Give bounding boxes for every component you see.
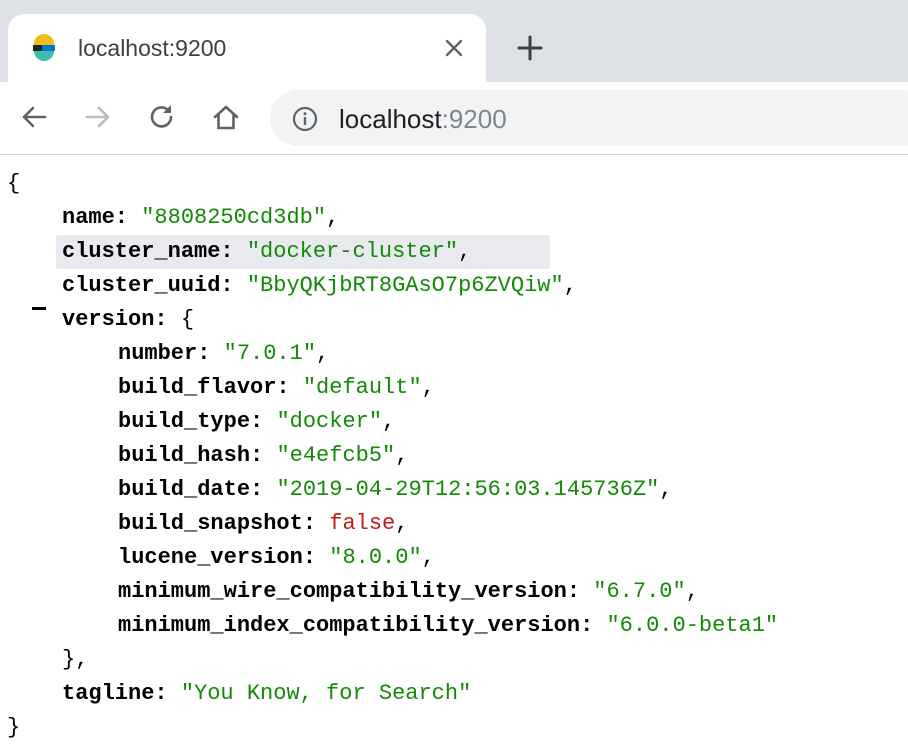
json-row-build-date: build_date: "2019-04-29T12:56:03.145736Z… [118, 477, 673, 502]
json-value: "6.0.0-beta1" [606, 613, 779, 638]
json-key: cluster_uuid: [62, 273, 234, 298]
json-row-min-wire: minimum_wire_compatibility_version: "6.7… [118, 579, 699, 604]
json-row-min-index: minimum_index_compatibility_version: "6.… [118, 609, 778, 643]
json-row-build-snapshot: build_snapshot: false, [118, 511, 409, 536]
json-version-close: }, [62, 647, 89, 672]
json-value: "You Know, for Search" [180, 681, 472, 706]
tab-strip: localhost:9200 [0, 0, 908, 82]
json-row-tagline: tagline: "You Know, for Search" [62, 677, 471, 711]
json-key: build_hash: [118, 443, 264, 468]
json-row-version: version: { [62, 307, 195, 332]
json-key: build_type: [118, 409, 264, 434]
json-value: "BbyQKjbRT8GAsO7p6ZVQiw" [246, 273, 564, 298]
plus-icon[interactable] [516, 34, 544, 62]
json-row-build-hash: build_hash: "e4efcb5", [118, 443, 409, 468]
json-key: version: [62, 307, 168, 332]
tab-title: localhost:9200 [78, 35, 227, 61]
arrow-right-icon[interactable] [83, 102, 113, 132]
json-value: "7.0.1" [223, 341, 317, 366]
json-value: "2019-04-29T12:56:03.145736Z" [276, 477, 660, 502]
address-bar[interactable]: localhost:9200 [270, 90, 908, 146]
json-viewer: { name: "8808250cd3db", cluster_name: "d… [0, 155, 908, 744]
json-row-name: name: "8808250cd3db", [62, 205, 340, 230]
json-value: "docker-cluster" [246, 239, 459, 264]
browser-toolbar: localhost:9200 [0, 82, 908, 155]
reload-icon[interactable] [147, 102, 177, 132]
json-key: build_flavor: [118, 375, 290, 400]
json-key: minimum_index_compatibility_version: [118, 613, 594, 638]
json-key: name: [62, 205, 129, 230]
info-icon[interactable] [292, 106, 318, 132]
json-row-build-flavor: build_flavor: "default", [118, 375, 435, 400]
elastic-logo-icon [33, 34, 55, 61]
url-text[interactable]: localhost:9200 [339, 103, 507, 135]
json-key: number: [118, 341, 211, 366]
json-value: "docker" [276, 409, 383, 434]
json-key: cluster_name: [62, 239, 234, 264]
collapse-toggle[interactable] [32, 307, 46, 310]
json-value: "8808250cd3db" [141, 205, 327, 230]
json-key: build_snapshot: [118, 511, 317, 536]
json-row-number: number: "7.0.1", [118, 341, 330, 366]
json-key: lucene_version: [118, 545, 317, 570]
json-row-cluster-name: cluster_name: "docker-cluster", [62, 239, 472, 264]
close-icon[interactable] [442, 36, 466, 60]
json-row-cluster-uuid: cluster_uuid: "BbyQKjbRT8GAsO7p6ZVQiw", [62, 273, 577, 298]
json-value: "8.0.0" [329, 545, 422, 570]
arrow-left-icon[interactable] [19, 102, 49, 132]
browser-tab[interactable]: localhost:9200 [8, 14, 486, 82]
json-value: "6.7.0" [593, 579, 686, 604]
json-open-brace: { [7, 171, 21, 196]
json-key: minimum_wire_compatibility_version: [118, 579, 581, 604]
json-key: tagline: [62, 681, 168, 706]
json-value: "e4efcb5" [276, 443, 396, 468]
json-value: "default" [302, 375, 422, 400]
json-row-build-type: build_type: "docker", [118, 409, 396, 434]
json-row-lucene-version: lucene_version: "8.0.0", [118, 545, 435, 570]
url-host: localhost [339, 104, 442, 134]
json-close-brace: } [7, 715, 21, 740]
json-value: false [329, 511, 396, 536]
json-key: build_date: [118, 477, 264, 502]
home-icon[interactable] [211, 102, 241, 132]
url-port: :9200 [441, 104, 507, 134]
